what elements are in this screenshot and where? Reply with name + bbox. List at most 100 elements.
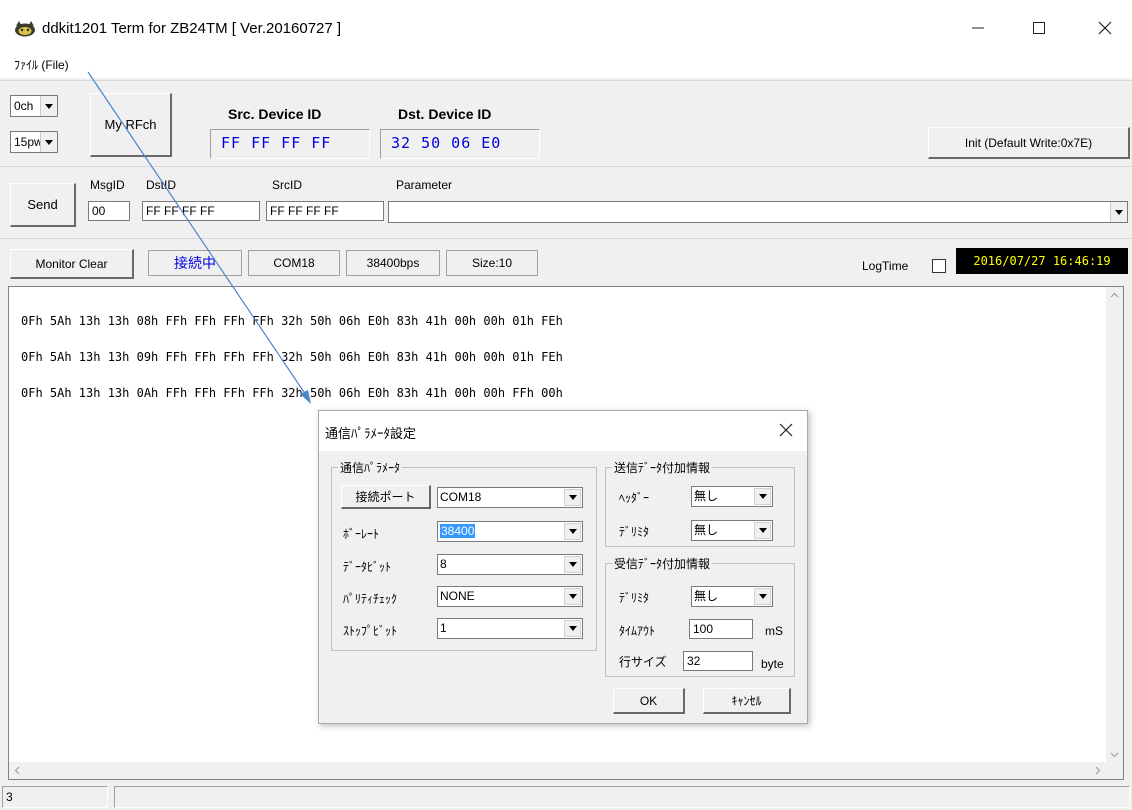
dst-device-id-value: 32 50 06 E0 bbox=[380, 129, 540, 159]
maximize-button[interactable] bbox=[1016, 8, 1062, 48]
comm-params-group-title: 通信ﾊﾟﾗﾒｰﾀ bbox=[338, 459, 403, 476]
monitor-lines: 0Fh 5Ah 13h 13h 08h FFh FFh FFh FFh 32h … bbox=[21, 291, 563, 423]
monitor-line: 0Fh 5Ah 13h 13h 0Ah FFh FFh FFh FFh 32h … bbox=[21, 386, 563, 400]
menu-bar: ﾌｧｲﾙ (File) bbox=[0, 52, 1132, 78]
linesize-label: 行サイズ bbox=[619, 655, 667, 669]
dialog-close-icon[interactable] bbox=[779, 423, 793, 437]
minimize-button[interactable] bbox=[955, 8, 1001, 48]
monitor-line: 0Fh 5Ah 13h 13h 08h FFh FFh FFh FFh 32h … bbox=[21, 314, 563, 328]
chevron-down-icon bbox=[754, 588, 771, 605]
channel-select[interactable]: 0ch bbox=[10, 95, 58, 117]
linesize-unit: byte bbox=[761, 657, 784, 671]
vertical-scrollbar[interactable] bbox=[1106, 287, 1123, 763]
power-select[interactable]: 15pw bbox=[10, 131, 58, 153]
status-bar-cell: 3 bbox=[2, 786, 108, 808]
databit-value: 8 bbox=[440, 557, 447, 571]
timeout-unit: mS bbox=[765, 624, 783, 638]
timeout-label: ﾀｲﾑｱｳﾄ bbox=[619, 624, 656, 638]
chevron-down-icon bbox=[40, 96, 57, 116]
channel-value: 0ch bbox=[14, 99, 34, 113]
logtime-label: LogTime bbox=[862, 259, 909, 273]
close-button[interactable] bbox=[1082, 8, 1128, 48]
stopbit-select[interactable]: 1 bbox=[437, 618, 583, 639]
main-window: ddkit1201 Term for ZB24TM [ Ver.20160727… bbox=[0, 0, 1132, 810]
cat-app-icon bbox=[15, 21, 35, 37]
parity-select[interactable]: NONE bbox=[437, 586, 583, 607]
parameter-select[interactable] bbox=[388, 201, 1128, 223]
power-value: 15pw bbox=[14, 135, 43, 149]
chevron-down-icon bbox=[564, 588, 581, 605]
header-select[interactable]: 無し bbox=[691, 486, 773, 507]
srcid-input[interactable]: FF FF FF FF bbox=[266, 201, 384, 221]
send-extra-group-title: 送信ﾃﾞｰﾀ付加情報 bbox=[612, 459, 713, 476]
title-bar: ddkit1201 Term for ZB24TM [ Ver.20160727… bbox=[0, 0, 1132, 52]
datetime-display: 2016/07/27 16:46:19 bbox=[956, 248, 1128, 274]
stopbit-value: 1 bbox=[440, 621, 447, 635]
connection-status: 接続中 bbox=[148, 250, 242, 276]
chevron-down-icon bbox=[564, 556, 581, 573]
device-panel: 0ch 15pw My RFch Src. Device ID Dst. Dev… bbox=[0, 80, 1132, 166]
logtime-checkbox[interactable] bbox=[932, 259, 946, 273]
chevron-down-icon bbox=[564, 620, 581, 637]
com-port-status: COM18 bbox=[248, 250, 340, 276]
send-delimiter-value: 無し bbox=[694, 523, 719, 537]
port-select[interactable]: COM18 bbox=[437, 487, 583, 508]
scroll-right-icon[interactable] bbox=[1089, 762, 1106, 779]
recv-delimiter-value: 無し bbox=[694, 589, 719, 603]
recv-delimiter-label: ﾃﾞﾘﾐﾀ bbox=[619, 591, 650, 605]
scroll-up-icon[interactable] bbox=[1106, 287, 1123, 304]
parity-label: ﾊﾟﾘﾃｨﾁｪｯｸ bbox=[343, 592, 398, 606]
status-bar: 3 bbox=[0, 782, 1132, 810]
linesize-input[interactable]: 32 bbox=[683, 651, 753, 671]
srcid-label: SrcID bbox=[272, 178, 302, 192]
scroll-left-icon[interactable] bbox=[9, 762, 26, 779]
stopbit-label: ｽﾄｯﾌﾟﾋﾞｯﾄ bbox=[343, 624, 398, 638]
databit-select[interactable]: 8 bbox=[437, 554, 583, 575]
header-label: ﾍｯﾀﾞｰ bbox=[619, 491, 650, 505]
send-button[interactable]: Send bbox=[10, 183, 76, 227]
status-panel: Monitor Clear 接続中 COM18 38400bps Size:10… bbox=[0, 238, 1132, 286]
my-rfch-button[interactable]: My RFch bbox=[90, 93, 172, 157]
header-value: 無し bbox=[694, 489, 719, 503]
init-button[interactable]: Init (Default Write:0x7E) bbox=[928, 127, 1130, 159]
size-status: Size:10 bbox=[446, 250, 538, 276]
recv-delimiter-select[interactable]: 無し bbox=[691, 586, 773, 607]
src-device-id-label: Src. Device ID bbox=[228, 106, 322, 122]
dialog-title-bar: 通信ﾊﾟﾗﾒｰﾀ設定 bbox=[319, 411, 807, 451]
chevron-down-icon bbox=[40, 132, 57, 152]
msgid-label: MsgID bbox=[90, 178, 125, 192]
parameter-label: Parameter bbox=[396, 178, 453, 192]
baud-select[interactable]: 38400 bbox=[437, 521, 583, 542]
dstid-label: DstID bbox=[146, 178, 176, 192]
dialog-title: 通信ﾊﾟﾗﾒｰﾀ設定 bbox=[325, 426, 417, 441]
scroll-down-icon[interactable] bbox=[1106, 746, 1123, 763]
timeout-input[interactable]: 100 bbox=[689, 619, 753, 639]
chevron-down-icon bbox=[754, 488, 771, 505]
parity-value: NONE bbox=[440, 589, 475, 603]
menu-file[interactable]: ﾌｧｲﾙ (File) bbox=[14, 56, 69, 73]
ok-button[interactable]: OK bbox=[613, 688, 685, 714]
send-delimiter-label: ﾃﾞﾘﾐﾀ bbox=[619, 525, 650, 539]
chevron-down-icon bbox=[1110, 202, 1127, 222]
baud-value: 38400 bbox=[440, 524, 476, 538]
port-value: COM18 bbox=[440, 490, 482, 504]
baud-label: ﾎﾞｰﾚｰﾄ bbox=[343, 527, 380, 541]
cancel-button[interactable]: ｷｬﾝｾﾙ bbox=[703, 688, 791, 714]
monitor-clear-button[interactable]: Monitor Clear bbox=[10, 249, 134, 279]
src-device-id-value: FF FF FF FF bbox=[210, 129, 370, 159]
databit-label: ﾃﾞｰﾀﾋﾞｯﾄ bbox=[343, 560, 392, 574]
status-bar-cell-2 bbox=[114, 786, 1130, 808]
dstid-input[interactable]: FF FF FF FF bbox=[142, 201, 260, 221]
horizontal-scrollbar[interactable] bbox=[9, 762, 1123, 779]
close-icon bbox=[1098, 21, 1112, 35]
recv-extra-group-title: 受信ﾃﾞｰﾀ付加情報 bbox=[612, 555, 713, 572]
chevron-down-icon bbox=[564, 489, 581, 506]
minimize-icon bbox=[972, 27, 984, 29]
send-delimiter-select[interactable]: 無し bbox=[691, 520, 773, 541]
window-title: ddkit1201 Term for ZB24TM [ Ver.20160727… bbox=[42, 20, 342, 37]
msgid-input[interactable]: 00 bbox=[88, 201, 130, 221]
dst-device-id-label: Dst. Device ID bbox=[398, 106, 492, 122]
comm-params-dialog: 通信ﾊﾟﾗﾒｰﾀ設定 通信ﾊﾟﾗﾒｰﾀ 接続ポート COM18 ﾎﾞｰﾚｰﾄ 3… bbox=[318, 410, 808, 724]
baud-status: 38400bps bbox=[346, 250, 440, 276]
port-button[interactable]: 接続ポート bbox=[341, 485, 431, 509]
